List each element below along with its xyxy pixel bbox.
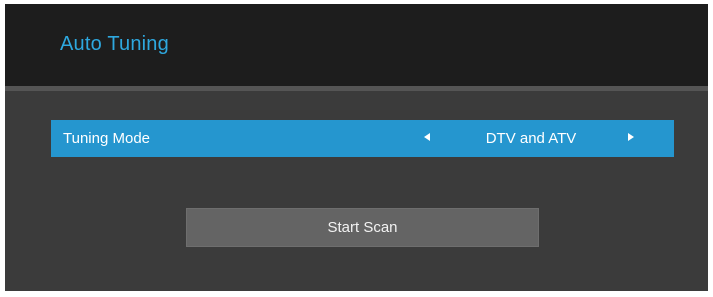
dialog-header: Auto Tuning bbox=[5, 4, 708, 86]
arrow-right-icon[interactable] bbox=[628, 133, 634, 141]
page-title: Auto Tuning bbox=[60, 33, 169, 55]
tuning-mode-value: DTV and ATV bbox=[485, 130, 577, 147]
tuning-mode-selector[interactable]: Tuning Mode DTV and ATV bbox=[51, 120, 674, 157]
tuning-mode-label: Tuning Mode bbox=[63, 130, 150, 147]
header-divider bbox=[5, 86, 708, 91]
auto-tuning-dialog: Auto Tuning Tuning Mode DTV and ATV Star… bbox=[5, 4, 708, 291]
arrow-left-icon[interactable] bbox=[424, 133, 430, 141]
start-scan-button[interactable]: Start Scan bbox=[186, 208, 539, 247]
